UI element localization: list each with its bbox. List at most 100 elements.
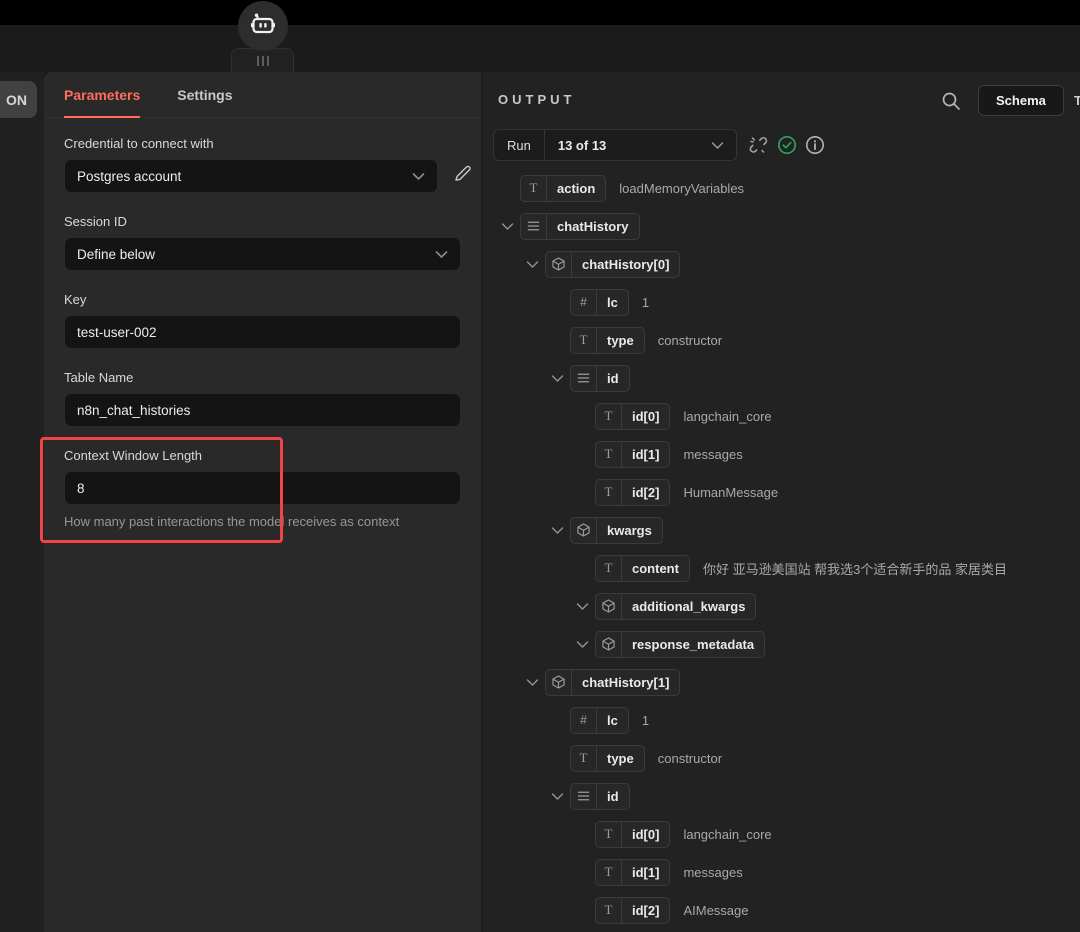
context-window-length-input[interactable]: [64, 471, 461, 505]
success-check-icon: [777, 135, 797, 155]
edit-credential-icon[interactable]: [453, 164, 472, 188]
tree-key-pill[interactable]: chatHistory[1]: [545, 669, 680, 696]
tree-key-pill[interactable]: chatHistory: [520, 213, 640, 240]
parameter-fields: Credential to connect with Postgres acco…: [44, 118, 481, 530]
output-panel-title: OUTPUT: [498, 92, 575, 107]
tree-key-pill[interactable]: Tid[2]: [595, 897, 670, 924]
credential-select-value: Postgres account: [77, 169, 181, 184]
panel-tabs: Parameters Settings: [44, 72, 481, 118]
tree-row: response_metadata: [482, 625, 1080, 663]
input-view-tab-json[interactable]: ON: [0, 81, 37, 118]
object-type-icon: [596, 632, 622, 657]
unlink-runs-icon[interactable]: [748, 135, 768, 155]
string-type-icon: T: [596, 860, 622, 885]
string-type-icon: T: [596, 822, 622, 847]
context-window-length-help: How many past interactions the model rec…: [64, 513, 461, 530]
tree-value: messages: [683, 447, 742, 462]
tree-value: AIMessage: [683, 903, 748, 918]
tree-row: #lc1: [482, 283, 1080, 321]
chevron-down-icon[interactable]: [551, 526, 570, 535]
credential-select[interactable]: Postgres account: [64, 159, 438, 193]
field-table-name: Table Name: [64, 370, 461, 427]
tree-key-label: id: [597, 371, 629, 386]
tree-row: Tid[2]HumanMessage: [482, 473, 1080, 511]
tree-key-pill[interactable]: id: [570, 365, 630, 392]
tree-key-pill[interactable]: Tid[0]: [595, 403, 670, 430]
field-credential: Credential to connect with Postgres acco…: [64, 136, 461, 193]
node-badge[interactable]: [238, 1, 288, 51]
chevron-down-icon[interactable]: [551, 374, 570, 383]
tree-key-label: id: [597, 789, 629, 804]
tree-key-label: id[0]: [622, 827, 669, 842]
tree-value: 你好 亚马逊美国站 帮我选3个适合新手的品 家居类目: [703, 559, 1007, 578]
panel-drag-handle[interactable]: [231, 48, 294, 72]
tree-key-pill[interactable]: #lc: [570, 707, 629, 734]
tab-settings[interactable]: Settings: [177, 72, 232, 117]
view-toggle-table-partial[interactable]: T: [1074, 93, 1080, 108]
object-type-icon: [546, 252, 572, 277]
robot-icon: [250, 12, 276, 41]
tree-key-label: lc: [597, 295, 628, 310]
info-icon[interactable]: [805, 135, 825, 155]
left-gutter: [0, 72, 44, 932]
chevron-down-icon[interactable]: [576, 640, 595, 649]
table-name-input[interactable]: [64, 393, 461, 427]
tree-key-pill[interactable]: additional_kwargs: [595, 593, 756, 620]
tree-value: loadMemoryVariables: [619, 181, 744, 196]
tree-row: Tid[2] AIMessage: [482, 891, 1080, 929]
chevron-down-icon[interactable]: [551, 792, 570, 801]
json-tab-label: ON: [6, 92, 27, 108]
tree-key-label: chatHistory[0]: [572, 257, 679, 272]
string-type-icon: T: [596, 898, 622, 923]
tree-key-pill[interactable]: Tcontent: [595, 555, 690, 582]
tree-key-label: id[0]: [622, 409, 669, 424]
tree-key-label: kwargs: [597, 523, 662, 538]
tree-value: langchain_core: [683, 827, 771, 842]
tree-row: chatHistory: [482, 207, 1080, 245]
string-type-icon: T: [596, 404, 622, 429]
run-selector[interactable]: Run 13 of 13: [493, 129, 737, 161]
tree-row: #lc1: [482, 701, 1080, 739]
key-input[interactable]: [64, 315, 461, 349]
tree-key-pill[interactable]: Ttype: [570, 327, 645, 354]
tree-row: Tid[0]langchain_core: [482, 397, 1080, 435]
session-id-select[interactable]: Define below: [64, 237, 461, 271]
tree-key-pill[interactable]: Tid[2]: [595, 479, 670, 506]
tree-key-label: chatHistory[1]: [572, 675, 679, 690]
tree-key-pill[interactable]: Ttype: [570, 745, 645, 772]
tree-key-label: lc: [597, 713, 628, 728]
tree-row: chatHistory[0]: [482, 245, 1080, 283]
object-type-icon: [571, 518, 597, 543]
string-type-icon: T: [596, 442, 622, 467]
search-icon[interactable]: [941, 91, 961, 111]
tree-key-label: id[2]: [622, 903, 669, 918]
chevron-down-icon[interactable]: [526, 678, 545, 687]
tree-row: Ttypeconstructor: [482, 321, 1080, 359]
chevron-down-icon[interactable]: [576, 602, 595, 611]
tree-row: id: [482, 777, 1080, 815]
chevron-down-icon[interactable]: [501, 222, 520, 231]
tree-key-pill[interactable]: Tid[1]: [595, 859, 670, 886]
tree-key-label: response_metadata: [622, 637, 764, 652]
tree-key-pill[interactable]: response_metadata: [595, 631, 765, 658]
array-type-icon: [521, 214, 547, 239]
view-toggle-schema[interactable]: Schema: [978, 85, 1064, 116]
table-name-label: Table Name: [64, 370, 461, 386]
tree-key-pill[interactable]: kwargs: [570, 517, 663, 544]
tree-key-pill[interactable]: id: [570, 783, 630, 810]
number-type-icon: #: [571, 290, 597, 315]
string-type-icon: T: [521, 176, 547, 201]
tree-key-pill[interactable]: chatHistory[0]: [545, 251, 680, 278]
tree-key-label: type: [597, 333, 644, 348]
tree-key-pill[interactable]: Tid[0]: [595, 821, 670, 848]
tree-key-pill[interactable]: #lc: [570, 289, 629, 316]
object-type-icon: [546, 670, 572, 695]
parameters-panel: Parameters Settings Credential to connec…: [44, 72, 481, 932]
tree-value: constructor: [658, 751, 722, 766]
tab-parameters[interactable]: Parameters: [64, 72, 140, 117]
tree-key-pill[interactable]: Tid[1]: [595, 441, 670, 468]
chevron-down-icon: [412, 169, 425, 184]
tree-value: messages: [683, 865, 742, 880]
chevron-down-icon[interactable]: [526, 260, 545, 269]
tree-key-pill[interactable]: Taction: [520, 175, 606, 202]
